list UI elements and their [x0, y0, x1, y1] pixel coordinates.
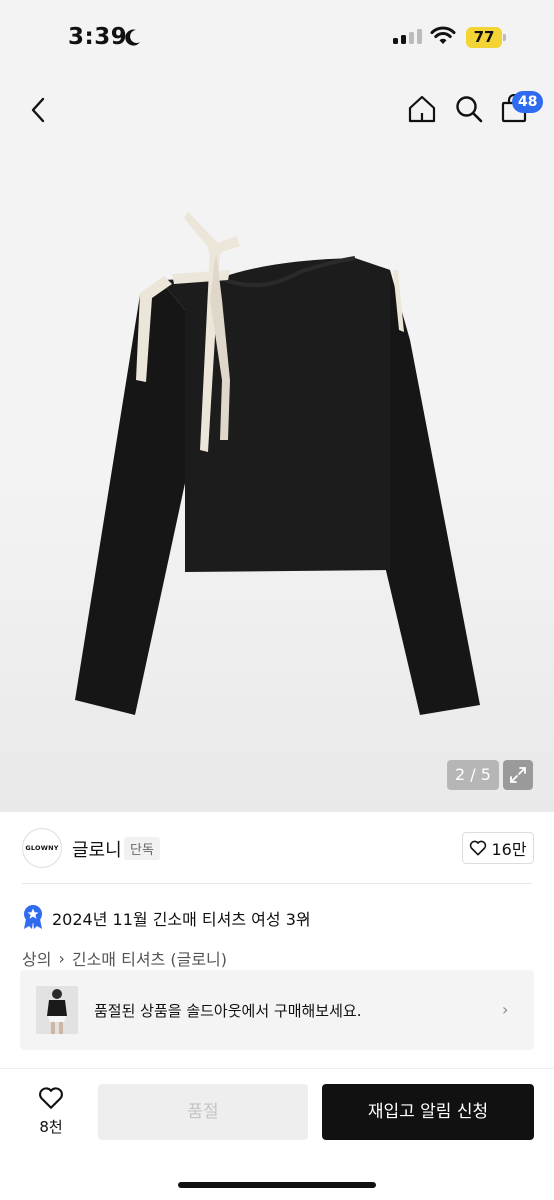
ranking-badge-icon — [24, 905, 42, 929]
brand-name[interactable]: 글로니 — [72, 836, 122, 862]
breadcrumb-subcategory[interactable]: 긴소매 티셔츠 (글로니) — [72, 946, 227, 970]
wishlist-count: 8천 — [39, 1118, 63, 1136]
search-icon[interactable] — [454, 94, 484, 124]
battery-level: 77 — [473, 28, 495, 46]
moon-icon — [125, 29, 140, 46]
banner-text: 품절된 상품을 솔드아웃에서 구매해보세요. — [94, 1002, 362, 1020]
heart-outline-icon — [39, 1087, 63, 1109]
home-indicator — [178, 1182, 376, 1188]
home-icon[interactable] — [407, 94, 437, 124]
product-photo[interactable] — [60, 200, 500, 720]
cellular-signal-icon — [393, 29, 422, 44]
soldout-banner[interactable]: 품절된 상품을 솔드아웃에서 구매해보세요. › — [20, 970, 534, 1050]
breadcrumb: 상의 › 긴소매 티셔츠 (글로니) — [22, 946, 227, 970]
chevron-right-icon: › — [302, 908, 309, 927]
expand-icon[interactable] — [503, 760, 533, 790]
heart-outline-icon — [470, 840, 487, 856]
wifi-icon — [430, 26, 456, 44]
chevron-right-icon: › — [502, 1000, 509, 1019]
status-time: 3:39 — [68, 24, 128, 50]
soldout-button: 품절 — [98, 1084, 308, 1140]
brand-like-count: 16만 — [491, 840, 527, 859]
cart-count-badge: 48 — [512, 91, 544, 113]
brand-like-button[interactable]: 16만 — [462, 832, 534, 864]
image-pager: 2 / 5 — [447, 760, 499, 790]
ranking-link[interactable]: 2024년 11월 긴소매 티셔츠 여성 3위 — [52, 906, 311, 930]
brand-logo[interactable]: GLOWNY — [22, 828, 62, 868]
back-chevron-icon[interactable] — [24, 95, 54, 125]
divider — [22, 883, 532, 884]
restock-alert-button[interactable]: 재입고 알림 신청 — [322, 1084, 534, 1140]
battery-icon: 77 — [466, 27, 506, 48]
status-bar: 3:39 77 — [0, 0, 554, 72]
breadcrumb-separator: › — [58, 948, 65, 968]
breadcrumb-category[interactable]: 상의 — [22, 946, 51, 970]
wishlist-button[interactable]: 8천 — [28, 1086, 74, 1137]
exclusive-tag: 단독 — [124, 837, 160, 860]
banner-thumbnail — [36, 986, 78, 1034]
